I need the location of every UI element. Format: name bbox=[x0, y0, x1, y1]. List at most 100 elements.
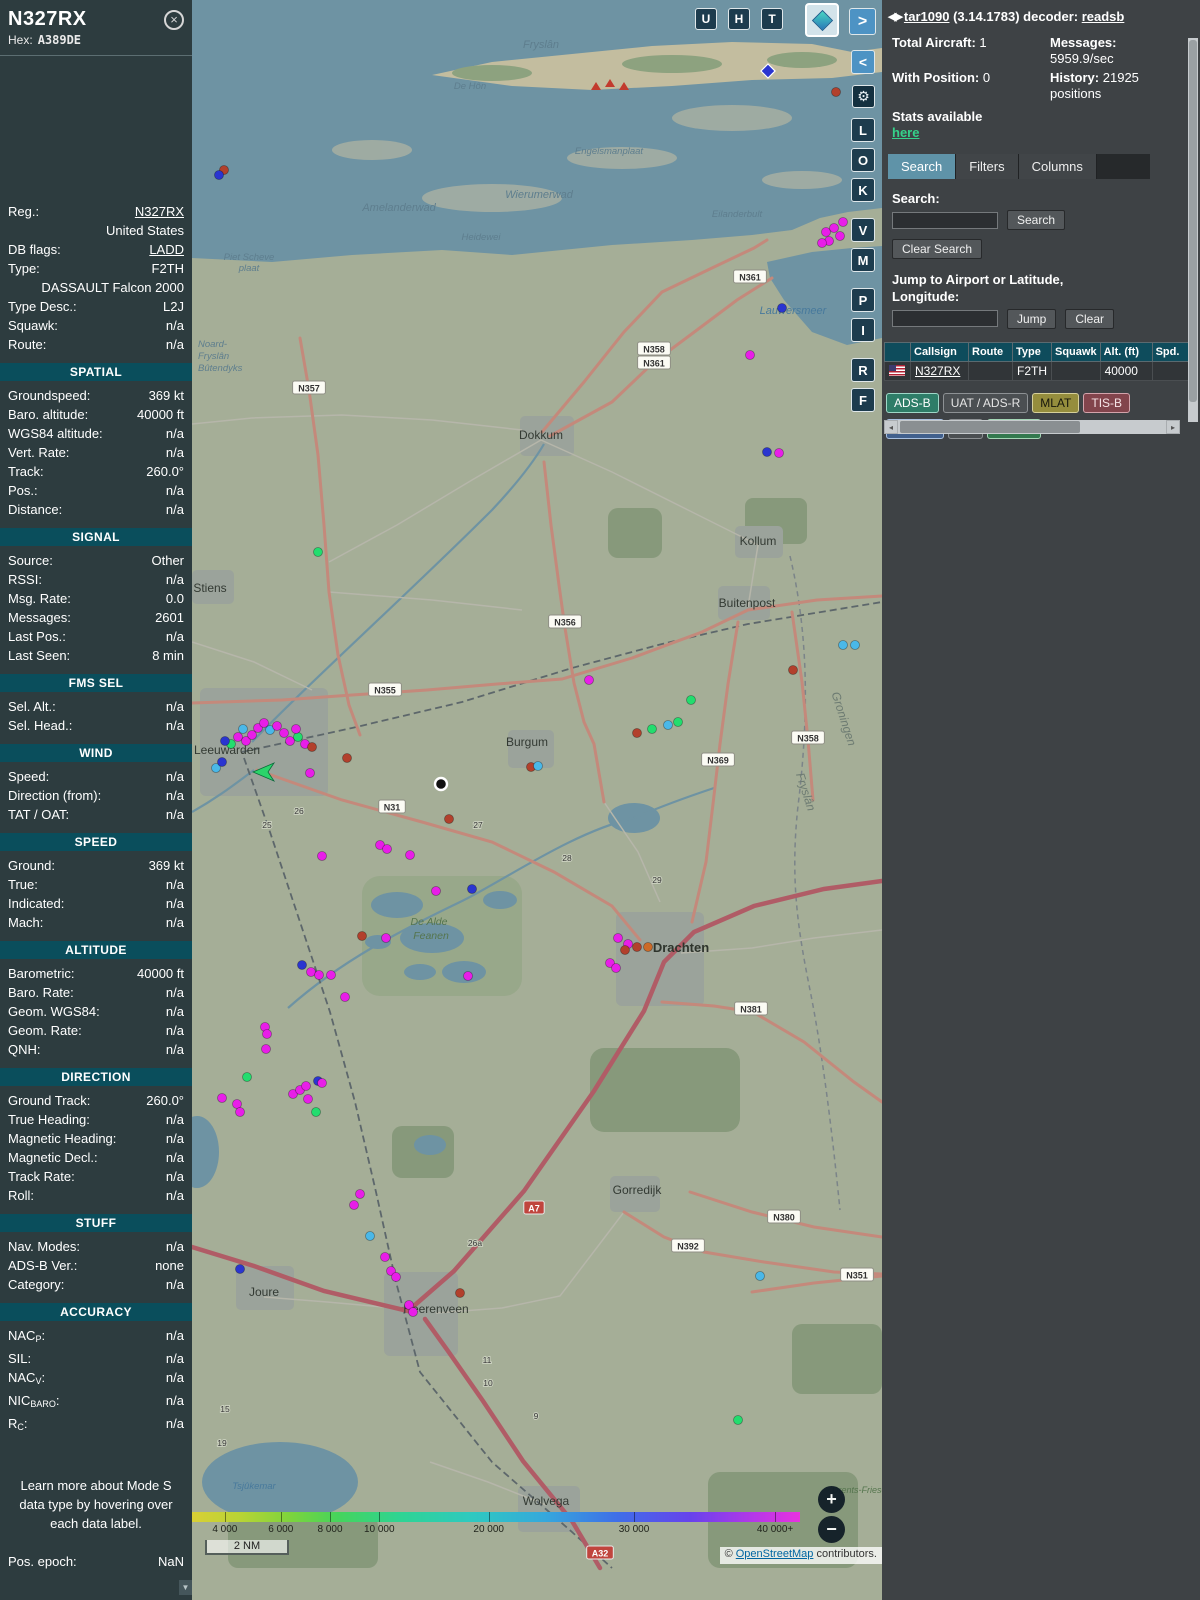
aircraft-trail-dot[interactable] bbox=[788, 665, 798, 675]
column-header-route[interactable]: Route bbox=[968, 341, 1013, 362]
aircraft-trail-dot[interactable] bbox=[305, 768, 315, 778]
aircraft-trail-dot[interactable] bbox=[326, 970, 336, 980]
zoom-out-button[interactable]: − bbox=[818, 1516, 845, 1543]
map-button-m[interactable]: M bbox=[851, 248, 875, 272]
aircraft-trail-dot[interactable] bbox=[405, 850, 415, 860]
aircraft-trail-dot[interactable] bbox=[217, 1093, 227, 1103]
tar1090-link[interactable]: tar1090 bbox=[904, 9, 950, 24]
aircraft-trail-dot[interactable] bbox=[365, 1231, 375, 1241]
aircraft-trail-dot[interactable] bbox=[291, 724, 301, 734]
aircraft-trail-dot[interactable] bbox=[467, 884, 477, 894]
search-input[interactable] bbox=[892, 211, 998, 229]
column-header-spd[interactable]: Spd. bbox=[1151, 341, 1189, 362]
aircraft-trail-dot[interactable] bbox=[317, 851, 327, 861]
stats-here-link[interactable]: here bbox=[892, 125, 1190, 140]
aircraft-trail-dot[interactable] bbox=[817, 238, 827, 248]
zoom-in-button[interactable]: + bbox=[818, 1486, 845, 1513]
hscrollbar-thumb[interactable] bbox=[900, 421, 1080, 433]
aircraft-trail-dot[interactable] bbox=[838, 217, 848, 227]
column-header-altft[interactable]: Alt. (ft) bbox=[1099, 341, 1153, 362]
aircraft-trail-dot[interactable] bbox=[238, 724, 248, 734]
aircraft-trail-dot[interactable] bbox=[755, 1271, 765, 1281]
aircraft-trail-dot[interactable] bbox=[297, 960, 307, 970]
info-value[interactable]: N327RX bbox=[135, 202, 184, 221]
map-button-v[interactable]: V bbox=[851, 218, 875, 242]
aircraft-trail-dot[interactable] bbox=[463, 971, 473, 981]
column-header[interactable] bbox=[884, 341, 911, 362]
search-button[interactable]: Search bbox=[1007, 210, 1066, 231]
aircraft-trail-dot[interactable] bbox=[620, 945, 630, 955]
aircraft-trail-dot[interactable] bbox=[314, 970, 324, 980]
aircraft-trail-dot[interactable] bbox=[533, 761, 543, 771]
aircraft-trail-dot[interactable] bbox=[643, 942, 653, 952]
aircraft-trail-dot[interactable] bbox=[673, 717, 683, 727]
aircraft-trail-dot[interactable] bbox=[233, 732, 243, 742]
filter-toggle-uat-ads-r[interactable]: UAT / ADS-R bbox=[942, 392, 1029, 413]
aircraft-row[interactable]: N327RX F2TH 40000 bbox=[884, 360, 1189, 381]
aircraft-trail-dot[interactable] bbox=[774, 448, 784, 458]
clear-search-button[interactable]: Clear Search bbox=[892, 239, 983, 260]
info-value[interactable]: LADD bbox=[149, 240, 184, 259]
close-icon[interactable]: × bbox=[164, 9, 184, 30]
map-button-f[interactable]: F bbox=[851, 388, 875, 412]
aircraft-trail-dot[interactable] bbox=[611, 963, 621, 973]
jump-input[interactable] bbox=[892, 310, 998, 328]
aircraft-trail-dot[interactable] bbox=[762, 447, 772, 457]
filter-toggle-mlat[interactable]: MLAT bbox=[1032, 392, 1080, 413]
aircraft-trail-dot[interactable] bbox=[838, 640, 848, 650]
aircraft-trail-dot[interactable] bbox=[632, 728, 642, 738]
tab-columns[interactable]: Columns bbox=[1018, 154, 1097, 180]
aircraft-trail-dot[interactable] bbox=[313, 547, 323, 557]
aircraft-trail-dot[interactable] bbox=[431, 886, 441, 896]
map-button-p[interactable]: P bbox=[851, 288, 875, 312]
aircraft-trail-dot[interactable] bbox=[613, 933, 623, 943]
aircraft-trail-dot[interactable] bbox=[663, 720, 673, 730]
horizontal-scrollbar[interactable]: ◂ ▸ bbox=[884, 420, 1180, 434]
aircraft-trail-dot[interactable] bbox=[381, 933, 391, 943]
aircraft-trail-dot[interactable] bbox=[829, 223, 839, 233]
readsb-link[interactable]: readsb bbox=[1082, 9, 1125, 24]
vertical-scrollbar[interactable] bbox=[1188, 38, 1198, 422]
map-button-u[interactable]: U bbox=[695, 8, 717, 30]
aircraft-trail-dot[interactable] bbox=[261, 1044, 271, 1054]
aircraft-trail-dot[interactable] bbox=[850, 640, 860, 650]
aircraft-trail-dot[interactable] bbox=[632, 942, 642, 952]
aircraft-trail-dot[interactable] bbox=[835, 231, 845, 241]
aircraft-trail-dot[interactable] bbox=[391, 1272, 401, 1282]
aircraft-trail-dot[interactable] bbox=[217, 757, 227, 767]
map[interactable]: Fryslân De Hôn Engelsmanplaat Wierumerwad Am… bbox=[192, 0, 882, 1600]
aircraft-trail-dot[interactable] bbox=[831, 87, 841, 97]
jump-clear-button[interactable]: Clear bbox=[1065, 308, 1115, 329]
aircraft-trail-dot[interactable] bbox=[349, 1200, 359, 1210]
aircraft-trail-dot[interactable] bbox=[821, 227, 831, 237]
aircraft-trail-dot[interactable] bbox=[279, 728, 289, 738]
aircraft-trail-dot[interactable] bbox=[745, 350, 755, 360]
aircraft-trail-dot[interactable] bbox=[382, 844, 392, 854]
aircraft-trail-dot[interactable] bbox=[293, 732, 303, 742]
map-button-i[interactable]: I bbox=[851, 318, 875, 342]
aircraft-trail-dot[interactable] bbox=[235, 1264, 245, 1274]
aircraft-trail-dot[interactable] bbox=[220, 736, 230, 746]
aircraft-trail-dot[interactable] bbox=[317, 1078, 327, 1088]
filter-toggle-ads-b[interactable]: ADS-B bbox=[886, 392, 939, 413]
column-header-type[interactable]: Type bbox=[1012, 341, 1052, 362]
aircraft-trail-dot[interactable] bbox=[584, 675, 594, 685]
aircraft-trail-dot[interactable] bbox=[408, 1307, 418, 1317]
map-button-r[interactable]: R bbox=[851, 358, 875, 382]
aircraft-trail-dot[interactable] bbox=[455, 1288, 465, 1298]
aircraft-trail-dot[interactable] bbox=[733, 1415, 743, 1425]
callsign-link[interactable]: N327RX bbox=[915, 364, 960, 378]
aircraft-trail-dot[interactable] bbox=[444, 814, 454, 824]
settings-gear-button[interactable]: ⚙ bbox=[852, 85, 875, 108]
map-button-k[interactable]: K bbox=[851, 178, 875, 202]
map-button-t[interactable]: T bbox=[761, 8, 783, 30]
scrollbar-down-arrow-icon[interactable]: ▼ bbox=[179, 1580, 192, 1595]
aircraft-trail-dot[interactable] bbox=[301, 1081, 311, 1091]
map-canvas[interactable]: Fryslân De Hôn Engelsmanplaat Wierumerwad Am… bbox=[192, 0, 882, 1600]
expand-sidebar-button[interactable]: > bbox=[849, 8, 876, 35]
vscrollbar-thumb[interactable] bbox=[1189, 40, 1197, 402]
aircraft-trail-dot[interactable] bbox=[357, 931, 367, 941]
column-header-callsign[interactable]: Callsign bbox=[910, 341, 969, 362]
openstreetmap-link[interactable]: OpenStreetMap bbox=[736, 1548, 814, 1560]
aircraft-trail-dot[interactable] bbox=[340, 992, 350, 1002]
